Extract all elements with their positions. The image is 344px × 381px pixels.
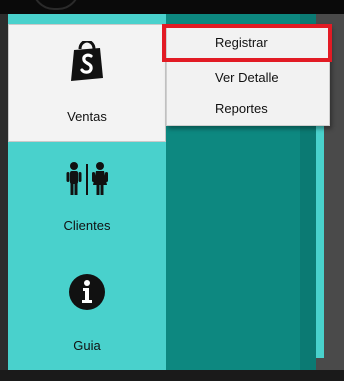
sidebar-item-clientes[interactable]: Clientes — [8, 154, 166, 244]
restroom-people-icon — [66, 162, 108, 195]
sidebar: Ventas Clientes Guia — [8, 14, 166, 370]
menu-item-ver-detalle[interactable]: Ver Detalle — [167, 64, 329, 92]
window-left-frame — [0, 14, 8, 370]
sidebar-item-label: Guia — [73, 338, 101, 353]
sidebar-item-ventas[interactable]: Ventas — [8, 24, 166, 142]
top-decoration — [32, 0, 80, 10]
sidebar-item-label: Ventas — [67, 109, 107, 124]
shopping-bag-icon — [71, 41, 103, 81]
info-icon — [69, 274, 105, 310]
window-bottom-bar — [0, 370, 344, 381]
sidebar-item-label: Clientes — [63, 218, 111, 233]
menu-item-reportes[interactable]: Reportes — [167, 95, 329, 123]
highlight-annotation-box — [162, 24, 332, 62]
sidebar-item-guia[interactable]: Guia — [8, 272, 166, 362]
window-top-strip — [0, 0, 344, 14]
